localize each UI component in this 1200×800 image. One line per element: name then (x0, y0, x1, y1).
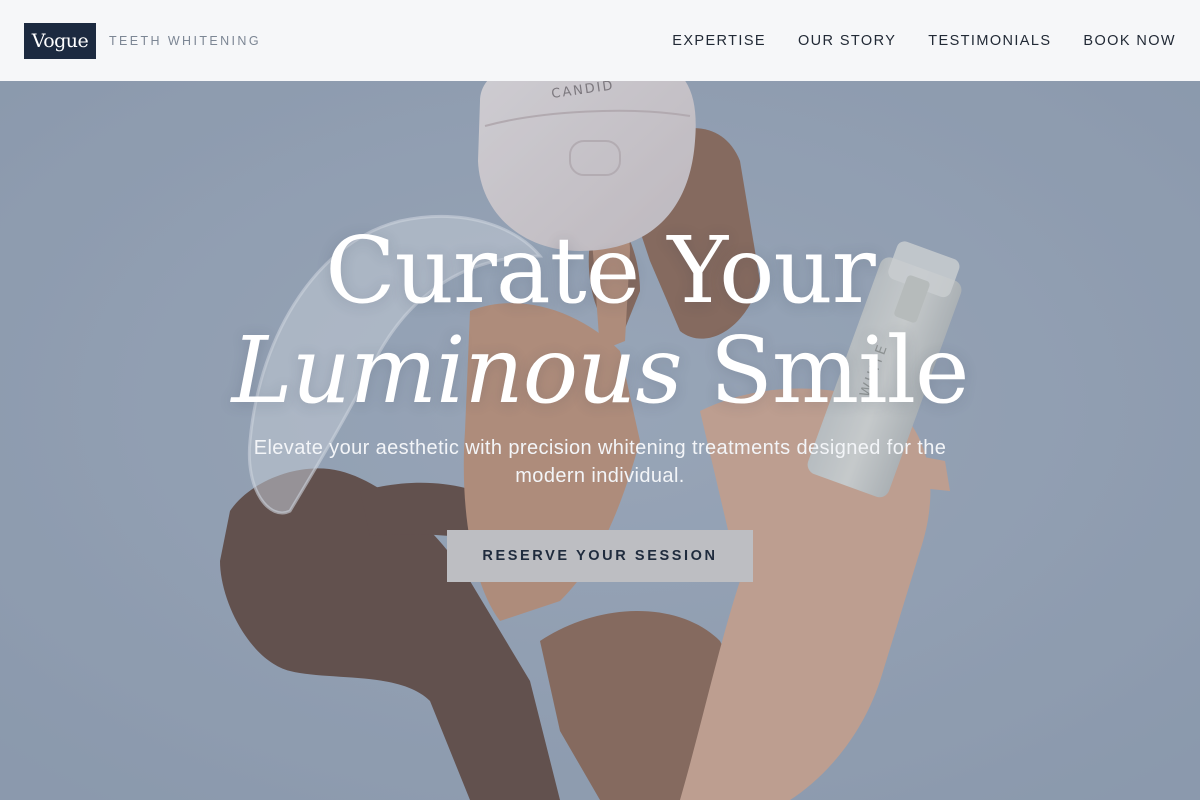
brand-tagline: TEETH WHITENING (109, 33, 261, 48)
headline-line-two: Luminous Smile (0, 321, 1200, 421)
nav-link-our-story[interactable]: OUR STORY (798, 33, 896, 49)
reserve-session-button[interactable]: RESERVE YOUR SESSION (447, 530, 753, 582)
nav-link-expertise[interactable]: EXPERTISE (672, 33, 766, 49)
headline-line-one: Curate Your (325, 217, 876, 324)
main-nav: EXPERTISE OUR STORY TESTIMONIALS BOOK NO… (640, 33, 1176, 49)
headline-rest: Smile (681, 317, 970, 424)
hero-headline: Curate Your Luminous Smile (0, 221, 1200, 421)
hero-content: Curate Your Luminous Smile Elevate your … (0, 81, 1200, 800)
headline-italic-word: Luminous (231, 317, 683, 424)
nav-link-book-now[interactable]: BOOK NOW (1083, 33, 1176, 49)
hero-section: CANDID WHITE Curate Your Luminous Smile … (0, 81, 1200, 800)
logo[interactable]: Vogue (24, 22, 96, 59)
hero-subheadline: Elevate your aesthetic with precision wh… (253, 437, 947, 487)
nav-link-testimonials[interactable]: TESTIMONIALS (928, 33, 1051, 49)
site-header: Vogue TEETH WHITENING EXPERTISE OUR STOR… (0, 0, 1200, 81)
